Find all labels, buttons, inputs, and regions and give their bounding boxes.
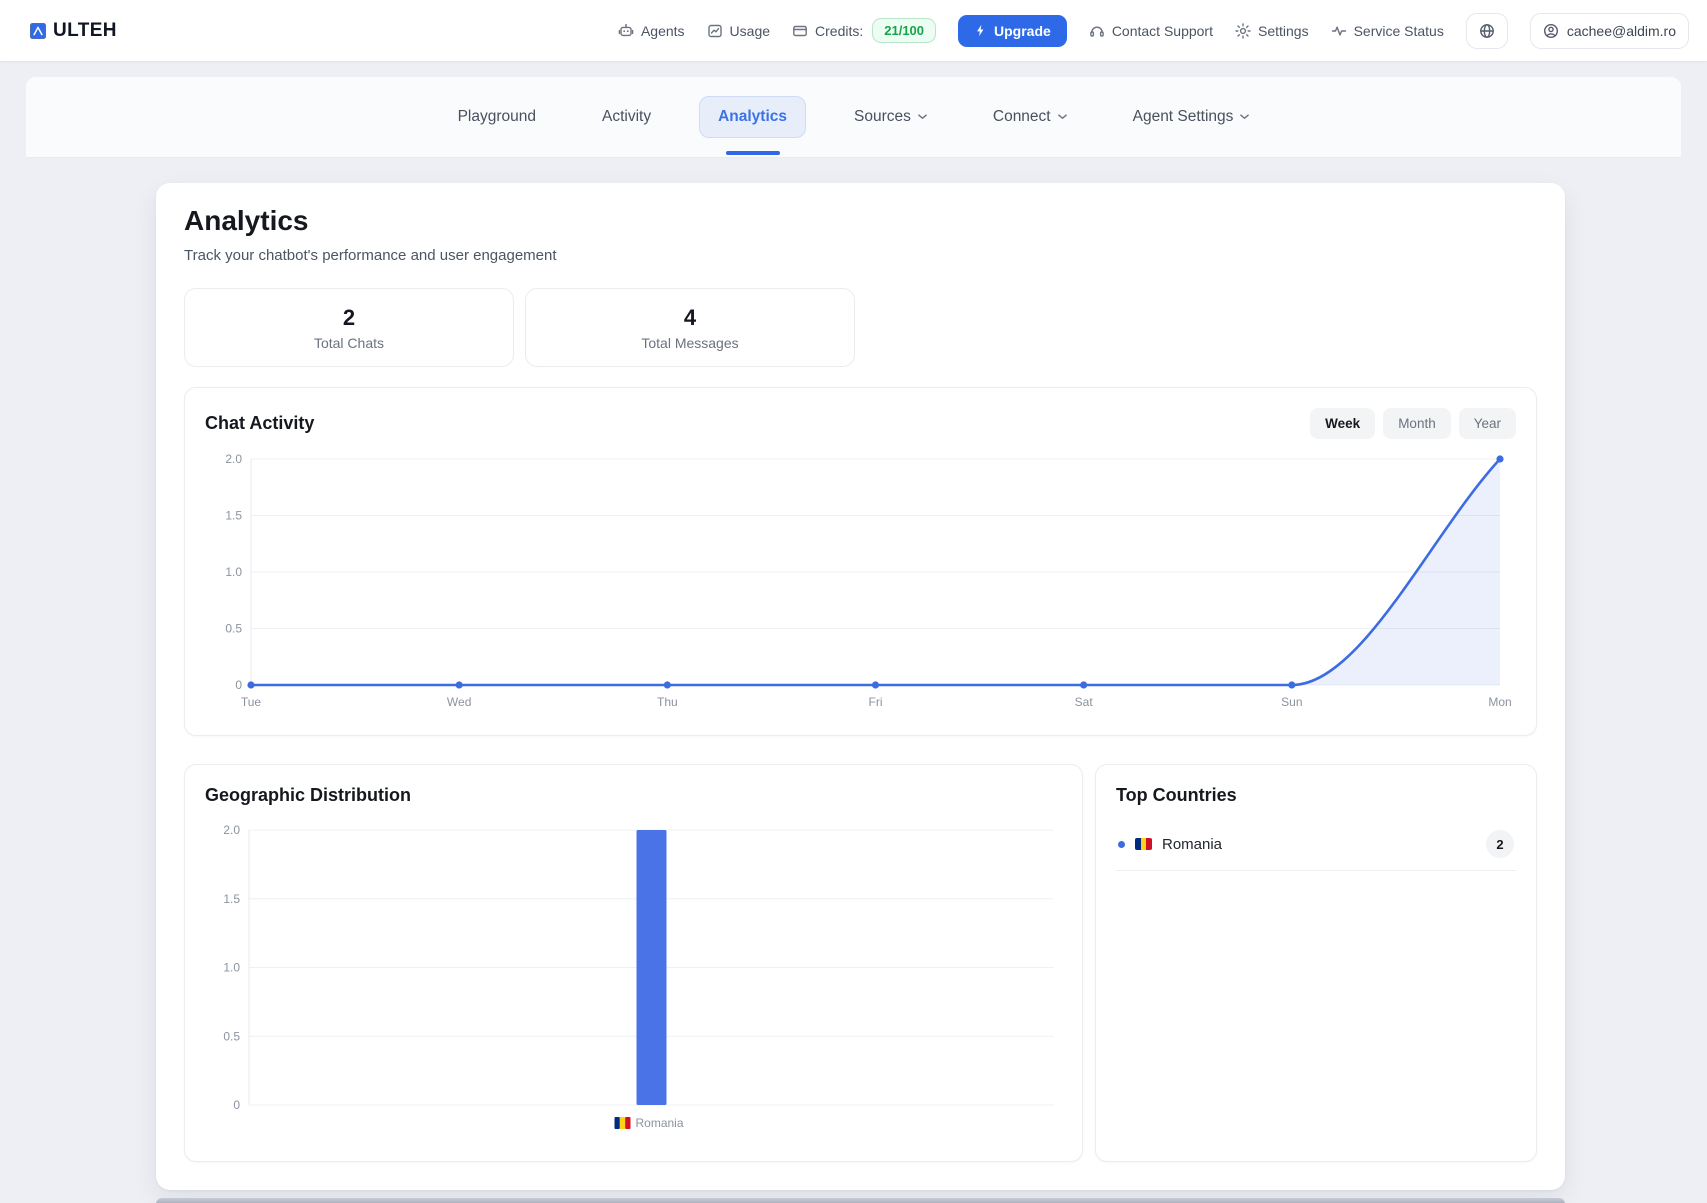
tab-analytics[interactable]: Analytics — [699, 96, 806, 138]
stat-total-messages: 4 Total Messages — [525, 288, 855, 367]
svg-text:1.0: 1.0 — [223, 961, 240, 975]
svg-text:0: 0 — [233, 1098, 240, 1112]
gear-icon — [1235, 23, 1251, 39]
bottom-row: Geographic Distribution 0 0.5 1.0 1.5 2.0 Rom… — [184, 764, 1537, 1162]
country-name: Romania — [1162, 836, 1222, 853]
svg-text:0: 0 — [235, 678, 242, 692]
top-nav: Agents Usage Credits: 21/100 Upgrade — [618, 13, 1689, 49]
tab-connect[interactable]: Connect — [975, 97, 1085, 137]
top-countries-title: Top Countries — [1116, 785, 1516, 806]
svg-text:1.5: 1.5 — [225, 509, 242, 523]
credits-indicator: Credits: 21/100 — [792, 18, 936, 43]
total-chats-value: 2 — [343, 305, 355, 331]
tab-analytics-label: Analytics — [718, 108, 787, 126]
next-section-cut-off — [156, 1198, 1565, 1203]
tab-sources[interactable]: Sources — [836, 97, 945, 137]
svg-text:Sat: Sat — [1075, 695, 1094, 709]
usage-chart-icon — [707, 23, 723, 39]
tab-connect-label: Connect — [993, 108, 1051, 126]
total-chats-label: Total Chats — [314, 335, 384, 351]
credits-value-badge: 21/100 — [872, 18, 936, 43]
lightning-bolt-icon — [974, 24, 987, 37]
tab-playground[interactable]: Playground — [440, 97, 554, 137]
stats-row: 2 Total Chats 4 Total Messages — [184, 288, 1537, 367]
country-list-item: Romania 2 — [1116, 818, 1516, 871]
tab-agent-settings[interactable]: Agent Settings — [1115, 97, 1268, 137]
contact-support-label: Contact Support — [1112, 23, 1213, 39]
svg-text:1.0: 1.0 — [225, 565, 242, 579]
svg-text:Sun: Sun — [1281, 695, 1302, 709]
nav-usage-label: Usage — [730, 23, 770, 39]
nav-agents[interactable]: Agents — [618, 23, 685, 39]
svg-text:1.5: 1.5 — [223, 892, 240, 906]
tab-activity[interactable]: Activity — [584, 97, 669, 137]
top-countries-panel: Top Countries Romania 2 — [1095, 764, 1537, 1162]
geo-distribution-chart: 0 0.5 1.0 1.5 2.0 Romania — [205, 816, 1064, 1141]
agent-tab-strip: Playground Activity Analytics Sources Co… — [26, 77, 1681, 158]
range-month-button[interactable]: Month — [1383, 408, 1451, 439]
brand-logo[interactable]: ULTEH — [30, 20, 117, 42]
bullet-dot-icon — [1118, 841, 1125, 848]
country-count-badge: 2 — [1486, 830, 1514, 858]
settings-label: Settings — [1258, 23, 1309, 39]
page-title: Analytics — [184, 205, 1537, 237]
globe-icon — [1479, 23, 1495, 39]
brand-name: ULTEH — [53, 20, 117, 42]
tab-agent-settings-label: Agent Settings — [1133, 108, 1234, 126]
chat-activity-header: Chat Activity Week Month Year — [205, 408, 1516, 439]
agent-tabs: Playground Activity Analytics Sources Co… — [440, 96, 1268, 138]
svg-text:2.0: 2.0 — [223, 823, 240, 837]
chat-activity-title: Chat Activity — [205, 413, 314, 434]
upgrade-label: Upgrade — [994, 23, 1051, 39]
total-messages-label: Total Messages — [641, 335, 738, 351]
tab-sources-label: Sources — [854, 108, 911, 126]
svg-text:Tue: Tue — [241, 695, 262, 709]
chevron-down-icon — [1240, 114, 1249, 120]
stat-total-chats: 2 Total Chats — [184, 288, 514, 367]
credits-label: Credits: — [815, 23, 863, 39]
range-week-button[interactable]: Week — [1310, 408, 1375, 439]
upgrade-button[interactable]: Upgrade — [958, 15, 1067, 47]
chat-activity-panel: Chat Activity Week Month Year 0 0.5 1.0 1.5… — [184, 387, 1537, 736]
svg-text:Wed: Wed — [447, 695, 471, 709]
geographic-distribution-title: Geographic Distribution — [205, 785, 411, 805]
tab-playground-label: Playground — [458, 108, 536, 126]
svg-text:Romania: Romania — [636, 1116, 684, 1130]
brand-mark-icon — [30, 23, 46, 39]
analytics-page-card: Analytics Track your chatbot's performan… — [156, 183, 1565, 1190]
account-button[interactable]: cachee@aldim.ro — [1530, 13, 1689, 49]
svg-text:0.5: 0.5 — [225, 622, 242, 636]
nav-contact-support[interactable]: Contact Support — [1089, 23, 1213, 39]
robot-icon — [618, 23, 634, 39]
service-status-label: Service Status — [1354, 23, 1444, 39]
svg-text:Mon: Mon — [1488, 695, 1511, 709]
svg-text:2.0: 2.0 — [225, 452, 242, 466]
nav-settings[interactable]: Settings — [1235, 23, 1309, 39]
chat-activity-chart: 0 0.5 1.0 1.5 2.0 Tue Wed Thu Fri Sat Sun Mon — [205, 447, 1518, 715]
pulse-icon — [1331, 23, 1347, 39]
chevron-down-icon — [1058, 114, 1067, 120]
page-subtitle: Track your chatbot's performance and use… — [184, 247, 1537, 264]
total-messages-value: 4 — [684, 305, 696, 331]
headset-icon — [1089, 23, 1105, 39]
account-email: cachee@aldim.ro — [1567, 23, 1676, 39]
chevron-down-icon — [918, 114, 927, 120]
svg-text:0.5: 0.5 — [223, 1029, 240, 1043]
romania-flag-icon — [1135, 838, 1152, 850]
user-avatar-icon — [1543, 23, 1559, 39]
nav-service-status[interactable]: Service Status — [1331, 23, 1444, 39]
geographic-distribution-panel: Geographic Distribution 0 0.5 1.0 1.5 2.0 Rom… — [184, 764, 1083, 1162]
svg-text:Fri: Fri — [869, 695, 883, 709]
nav-usage[interactable]: Usage — [707, 23, 770, 39]
range-toggle-group: Week Month Year — [1310, 408, 1516, 439]
svg-text:Thu: Thu — [657, 695, 678, 709]
nav-agents-label: Agents — [641, 23, 685, 39]
top-header: ULTEH Agents Usage Credits: 21/100 — [0, 0, 1707, 61]
language-globe-button[interactable] — [1466, 13, 1508, 49]
range-year-button[interactable]: Year — [1459, 408, 1516, 439]
tab-activity-label: Activity — [602, 108, 651, 126]
credit-card-icon — [792, 23, 808, 39]
active-tab-indicator — [726, 151, 780, 155]
